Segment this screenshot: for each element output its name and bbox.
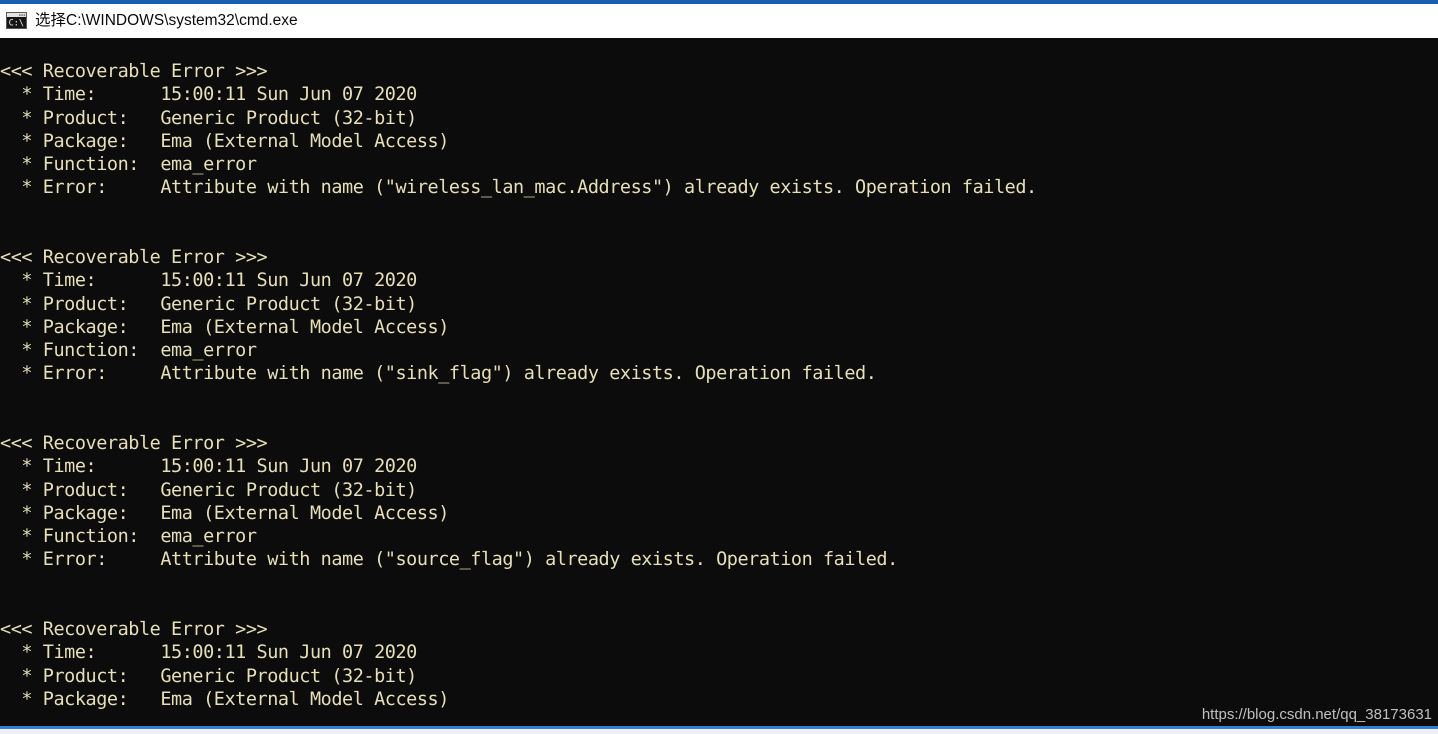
error-field-error: * Error: Attribute with name ("wireless_…	[0, 177, 1037, 199]
error-field-time: * Time: 15:00:11 Sun Jun 07 2020	[0, 270, 417, 292]
svg-text:C:\: C:\	[9, 19, 24, 29]
cmd-exe-icon: C:\	[6, 11, 28, 31]
error-block-header: <<< Recoverable Error >>>	[0, 433, 268, 454]
error-field-time: * Time: 15:00:11 Sun Jun 07 2020	[0, 456, 417, 478]
error-field-time: * Time: 15:00:11 Sun Jun 07 2020	[0, 84, 417, 106]
error-field-error: * Error: Attribute with name ("source_fl…	[0, 549, 898, 571]
error-field-time: * Time: 15:00:11 Sun Jun 07 2020	[0, 642, 417, 664]
error-field-product: * Product: Generic Product (32-bit)	[0, 293, 417, 315]
window-title-text: 选择C:\WINDOWS\system32\cmd.exe	[35, 12, 298, 30]
error-block-header: <<< Recoverable Error >>>	[0, 247, 268, 268]
error-field-function: * Function: ema_error	[0, 526, 257, 547]
watermark-text: https://blog.csdn.net/qq_38173631	[1201, 706, 1432, 723]
error-field-package: * Package: Ema (External Model Access)	[0, 130, 449, 152]
error-field-package: * Package: Ema (External Model Access)	[0, 316, 449, 338]
console-output-area[interactable]: <<< Recoverable Error >>> * Time: 15:00:…	[0, 38, 1438, 727]
error-field-function: * Function: ema_error	[0, 154, 257, 175]
error-field-package: * Package: Ema (External Model Access)	[0, 502, 449, 524]
cmd-console-window: C:\ 选择C:\WINDOWS\system32\cmd.exe <<< Re…	[0, 0, 1438, 734]
console-line-list: <<< Recoverable Error >>> * Time: 15:00:…	[0, 60, 1438, 711]
error-field-product: * Product: Generic Product (32-bit)	[0, 665, 417, 687]
error-block-header: <<< Recoverable Error >>>	[0, 619, 268, 640]
bottom-pad	[0, 729, 1438, 734]
error-field-product: * Product: Generic Product (32-bit)	[0, 479, 417, 501]
window-title-bar[interactable]: C:\ 选择C:\WINDOWS\system32\cmd.exe	[0, 4, 1438, 38]
error-block-header: <<< Recoverable Error >>>	[0, 61, 268, 82]
error-field-error: * Error: Attribute with name ("sink_flag…	[0, 363, 877, 385]
error-field-product: * Product: Generic Product (32-bit)	[0, 107, 417, 129]
error-field-function: * Function: ema_error	[0, 340, 257, 361]
